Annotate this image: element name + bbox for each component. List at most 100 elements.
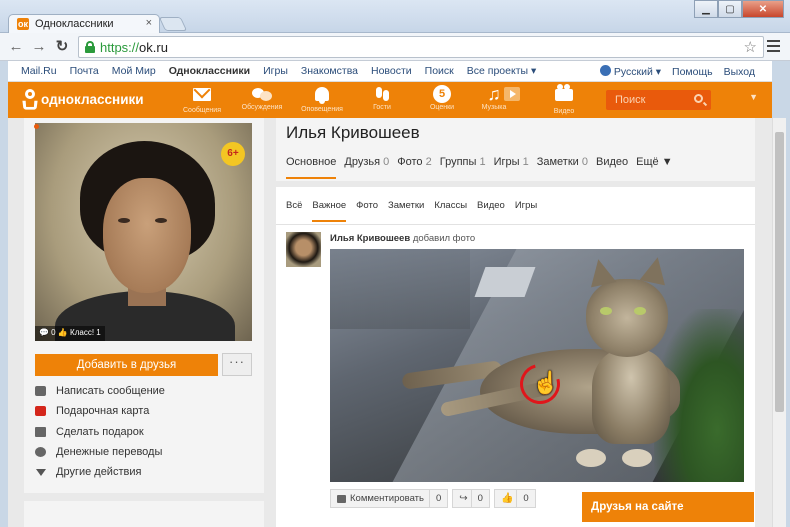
header-notifications-label: Оповещения [301, 106, 343, 113]
more-options-button[interactable]: ··· [222, 353, 252, 376]
profile-tabs: Основное Друзья 0 Фото 2 Группы 1 Игры 1… [286, 156, 681, 179]
action-money-transfer-label: Денежные переводы [56, 446, 163, 459]
action-give-present-label: Сделать подарок [56, 425, 144, 438]
profile-avatar[interactable]: 6+ 💬 0 👍 Класс! 1 [35, 123, 252, 341]
header-ratings[interactable]: 5 Оценки [418, 85, 466, 111]
message-icon [35, 386, 46, 397]
tab-groups-label: Группы [439, 156, 477, 168]
tab-video[interactable]: Видео [596, 156, 628, 179]
feed-tab-video[interactable]: Видео [477, 200, 505, 222]
maximize-icon[interactable]: ▢ [718, 0, 742, 18]
header-messages[interactable]: Сообщения [178, 85, 226, 114]
portal-link-all-projects[interactable]: Все проекты ▾ [467, 65, 536, 77]
avatar-stats[interactable]: 💬 0 👍 Класс! 1 [35, 326, 105, 341]
tab-friends[interactable]: Друзья 0 [344, 156, 389, 179]
header-search [606, 90, 711, 110]
header-player[interactable] [498, 85, 526, 106]
portal-link-pochta[interactable]: Почта [70, 65, 99, 77]
portal-link-igry[interactable]: Игры [263, 65, 288, 77]
share-button[interactable]: ↪ 0 [452, 489, 490, 508]
age-rating-badge: 6+ [221, 142, 245, 166]
url-host: ok.ru [139, 40, 168, 55]
online-indicator [34, 124, 39, 129]
star-icon[interactable]: ☆ [744, 38, 757, 56]
tab-notes[interactable]: Заметки 0 [537, 156, 588, 179]
hamburger-icon[interactable] [767, 40, 780, 55]
post-author-name[interactable]: Илья Кривошеев [330, 233, 410, 244]
portal-link-odnoklassniki[interactable]: Одноклассники [169, 65, 250, 77]
tab-games-count: 1 [522, 156, 529, 168]
reload-icon: ↻ [55, 38, 69, 55]
browser-tab[interactable]: ок Одноклассники × [8, 14, 160, 34]
portal-link-znakomstva[interactable]: Знакомства [301, 65, 358, 77]
language-select[interactable]: Русский ▾ [599, 65, 662, 78]
action-give-present[interactable]: Сделать подарок [35, 422, 165, 442]
portal-bar: Mail.Ru Почта Мой Мир Одноклассники Игры… [8, 61, 772, 82]
tab-main[interactable]: Основное [286, 156, 337, 179]
header-guests[interactable]: Гости [358, 85, 406, 111]
reload-button[interactable]: ↻ [52, 37, 72, 57]
action-money-transfer[interactable]: Денежные переводы [35, 442, 165, 462]
help-link[interactable]: Помощь [672, 66, 713, 78]
search-input[interactable] [606, 90, 688, 110]
feed-tab-likes[interactable]: Классы [434, 200, 467, 222]
logout-link[interactable]: Выход [724, 66, 755, 78]
page-scrollbar[interactable] [772, 118, 786, 527]
close-window-icon[interactable]: ✕ [742, 0, 784, 18]
comment-button[interactable]: Комментировать 0 [330, 489, 449, 508]
window-controls: ▁ ▢ ✕ [694, 0, 784, 18]
bell-icon [315, 87, 329, 104]
ok-logo-icon[interactable] [22, 89, 38, 111]
back-button[interactable]: ← [6, 37, 26, 57]
new-tab-button[interactable] [158, 17, 188, 31]
share-count: 0 [470, 490, 489, 507]
address-bar[interactable]: https://ok.ru ☆ [78, 36, 764, 58]
header-notifications[interactable]: Оповещения [298, 85, 346, 113]
portal-link-novosti[interactable]: Новости [371, 65, 412, 77]
action-send-message[interactable]: Написать сообщение [35, 381, 165, 401]
tab-games[interactable]: Игры 1 [494, 156, 529, 179]
header-ratings-label: Оценки [429, 104, 455, 111]
portal-links: Mail.Ru Почта Мой Мир Одноклассники Игры… [21, 65, 549, 77]
tab-video-label: Видео [596, 156, 629, 168]
comment-icon [337, 494, 346, 503]
feed-tab-photo[interactable]: Фото [356, 200, 378, 222]
minimize-icon[interactable]: ▁ [694, 0, 718, 18]
like-button[interactable]: 👍 0 [493, 489, 536, 508]
close-tab-icon[interactable]: × [146, 17, 152, 29]
header-discussions[interactable]: Обсуждения [238, 85, 286, 111]
ok-logo-text[interactable]: одноклассники [41, 92, 144, 107]
header-video-label: Видео [553, 108, 575, 115]
add-friend-button[interactable]: Добавить в друзья [35, 354, 218, 376]
tab-photos-label: Фото [397, 156, 423, 168]
header-video[interactable]: Видео [540, 84, 588, 115]
portal-right: Русский ▾ Помощь Выход [589, 65, 755, 78]
tab-friends-label: Друзья [344, 156, 381, 168]
language-label: Русский ▾ [613, 66, 662, 78]
friends-online-panel[interactable]: Друзья на сайте [582, 492, 754, 522]
action-other[interactable]: Другие действия [35, 462, 165, 482]
scrollbar-thumb[interactable] [775, 132, 784, 412]
tab-groups[interactable]: Группы 1 [440, 156, 486, 179]
action-gift-card-label: Подарочная карта [56, 405, 150, 418]
feed-tab-games[interactable]: Игры [515, 200, 537, 222]
post-photo[interactable]: ☝ [330, 249, 744, 482]
header-messages-label: Сообщения [183, 107, 221, 114]
ok-favicon-icon: ок [17, 18, 29, 30]
chevron-down-icon[interactable]: ▼ [749, 92, 758, 102]
portal-link-mailru[interactable]: Mail.Ru [21, 65, 57, 77]
thumbs-up-icon: 👍 [500, 493, 514, 504]
search-icon[interactable] [694, 94, 703, 103]
portal-link-poisk[interactable]: Поиск [425, 65, 454, 77]
tab-title: Одноклассники [35, 18, 114, 30]
url-scheme: https:// [100, 40, 140, 55]
action-gift-card[interactable]: Подарочная карта [35, 401, 165, 421]
feed-tab-all[interactable]: Всё [286, 200, 302, 222]
feed-tab-notes[interactable]: Заметки [388, 200, 424, 222]
portal-link-moymir[interactable]: Мой Мир [112, 65, 156, 77]
tab-photos[interactable]: Фото 2 [397, 156, 431, 179]
tab-more[interactable]: Ещё ▼ [636, 156, 672, 179]
forward-button[interactable]: → [29, 37, 49, 57]
post-author-avatar[interactable] [286, 232, 321, 267]
feed-tab-important[interactable]: Важное [312, 200, 346, 222]
